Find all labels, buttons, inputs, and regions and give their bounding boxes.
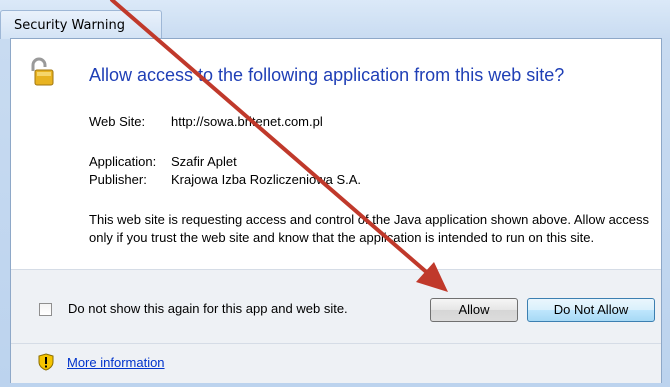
footer-divider (11, 343, 661, 344)
window-title: Security Warning (14, 18, 125, 33)
website-value: http://sowa.britenet.com.pl (171, 114, 323, 129)
application-value: Szafir Aplet (171, 154, 237, 169)
dialog-window: Security Warning Allow access to the fol… (0, 0, 670, 387)
allow-button[interactable]: Allow (430, 298, 518, 322)
dialog-footer: Do not show this again for this app and … (11, 269, 661, 383)
dialog-heading: Allow access to the following applicatio… (89, 65, 565, 85)
dont-show-again-checkbox[interactable] (39, 303, 52, 316)
title-bar[interactable]: Security Warning (0, 0, 670, 39)
application-row: Application: Szafir Aplet (89, 154, 237, 169)
publisher-value: Krajowa Izba Rozliczeniowa S.A. (171, 172, 362, 187)
website-label: Web Site: (89, 114, 146, 129)
unlocked-padlock-icon (31, 57, 54, 86)
do-not-allow-button[interactable]: Do Not Allow (527, 298, 655, 322)
website-row: Web Site: http://sowa.britenet.com.pl (89, 114, 323, 129)
publisher-label: Publisher: (89, 172, 147, 187)
warning-shield-icon (38, 353, 54, 371)
dont-show-again-label[interactable]: Do not show this again for this app and … (68, 301, 348, 316)
description-text: This web site is requesting access and c… (89, 212, 650, 245)
application-label: Application: (89, 154, 157, 169)
publisher-row: Publisher: Krajowa Izba Rozliczeniowa S.A… (89, 172, 361, 187)
dialog-content: Allow access to the following applicatio… (10, 38, 662, 383)
more-information-link[interactable]: More information (67, 355, 165, 370)
